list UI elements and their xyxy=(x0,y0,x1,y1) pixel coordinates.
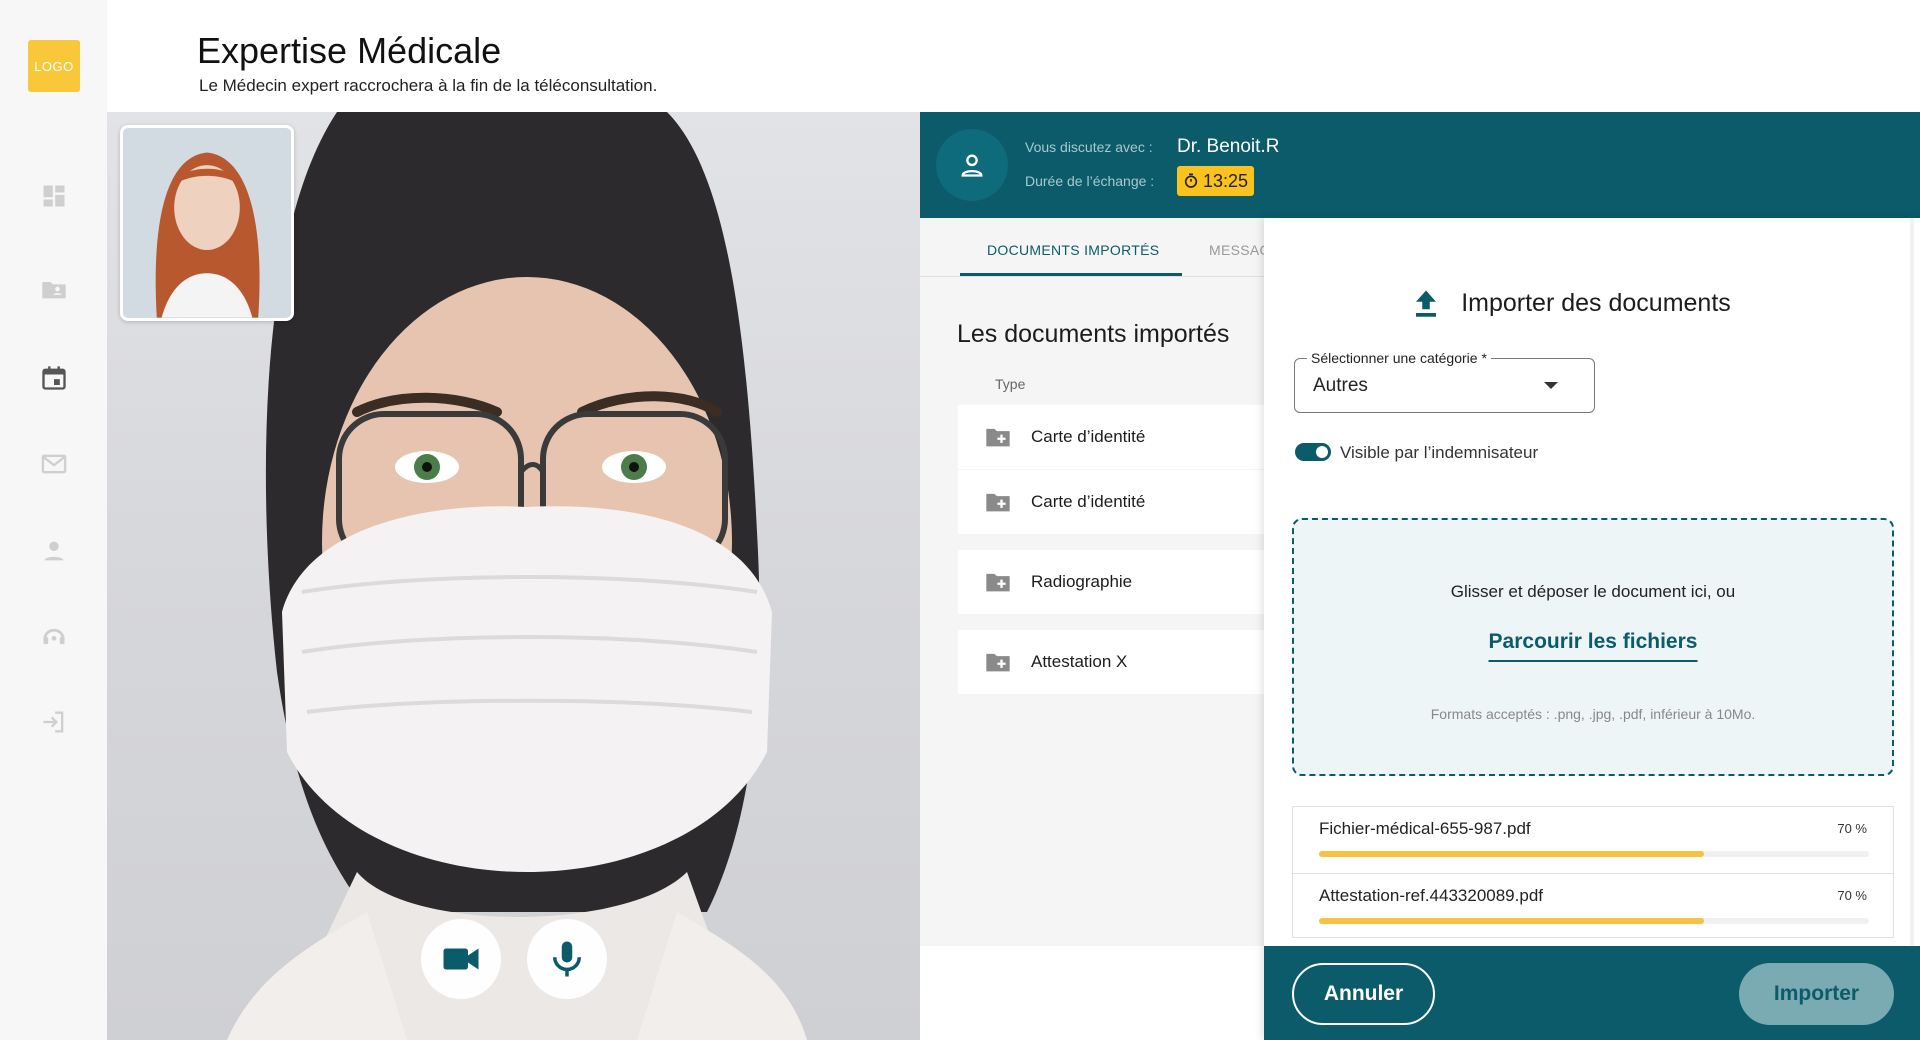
file-dropzone[interactable]: Glisser et déposer le document ici, ou P… xyxy=(1292,518,1894,776)
self-view-image xyxy=(123,128,291,318)
upload-progress-fill xyxy=(1319,918,1704,924)
category-label: Sélectionner une catégorie * xyxy=(1307,350,1491,366)
avatar xyxy=(936,129,1008,201)
document-name: Carte d’identité xyxy=(1031,427,1146,446)
user-icon[interactable] xyxy=(38,535,70,567)
document-name: Radiographie xyxy=(1031,572,1133,591)
folder-add-icon xyxy=(986,653,1010,672)
self-view[interactable] xyxy=(120,125,294,321)
import-title-text: Importer des documents xyxy=(1461,288,1731,317)
visible-toggle-label: Visible par l’indemnisateur xyxy=(1340,443,1539,462)
visible-toggle[interactable] xyxy=(1295,443,1331,461)
drawer-footer: Annuler Importer xyxy=(1264,946,1920,1040)
microphone-icon xyxy=(553,941,581,977)
video-feed xyxy=(107,112,920,1040)
document-row[interactable]: Carte d’identité xyxy=(958,470,1298,534)
upload-icon xyxy=(1416,290,1437,317)
document-row[interactable]: Attestation X xyxy=(958,630,1298,694)
calendar-icon[interactable] xyxy=(38,362,70,394)
category-value: Autres xyxy=(1313,375,1368,396)
call-banner: Vous discutez avec : Dr. Benoit.R Durée … xyxy=(920,112,1920,218)
camera-icon xyxy=(443,948,479,970)
logo: LOGO xyxy=(28,40,80,92)
upload-file-name: Fichier-médical-655-987.pdf xyxy=(1319,819,1531,838)
category-select[interactable]: Sélectionner une catégorie * Autres xyxy=(1294,350,1595,413)
document-name: Carte d’identité xyxy=(1031,492,1146,511)
upload-file-name: Attestation-ref.443320089.pdf xyxy=(1319,886,1543,905)
documents-title: Les documents importés xyxy=(957,320,1230,348)
upload-progress-track xyxy=(1319,851,1869,857)
call-duration: 13:25 xyxy=(1203,170,1249,191)
upload-progress-fill xyxy=(1319,851,1704,857)
import-button[interactable]: Importer xyxy=(1739,963,1894,1025)
call-duration-label: Durée de l’échange : xyxy=(1025,173,1155,189)
upload-progress-label: 70 % xyxy=(1837,821,1867,836)
app: LOGO Expertise Médicale Le Médecin exper… xyxy=(0,0,1920,1040)
cancel-button[interactable]: Annuler xyxy=(1292,963,1435,1025)
upload-progress-label: 70 % xyxy=(1837,888,1867,903)
documents-panel-footer xyxy=(920,946,1264,1040)
upload-item: Attestation-ref.443320089.pdf 70 % xyxy=(1293,873,1893,939)
import-drawer: Importer des documents Sélectionner une … xyxy=(1264,218,1920,1040)
folder-user-icon[interactable] xyxy=(38,273,70,305)
dropzone-text: Glisser et déposer le document ici, ou xyxy=(1450,582,1736,601)
tab-documents[interactable]: DOCUMENTS IMPORTÉS xyxy=(987,242,1159,258)
call-with-name: Dr. Benoit.R xyxy=(1177,136,1280,157)
toggle-knob xyxy=(1316,446,1328,458)
browse-files-link[interactable]: Parcourir les fichiers xyxy=(1488,630,1698,662)
document-row[interactable]: Carte d’identité xyxy=(958,405,1298,469)
sidebar: LOGO xyxy=(0,0,107,1040)
folder-add-icon xyxy=(986,428,1010,447)
user-icon xyxy=(961,154,983,177)
caret-down-icon xyxy=(1544,382,1558,389)
folder-add-icon xyxy=(986,573,1010,592)
dashboard-icon[interactable] xyxy=(38,180,70,212)
support-icon[interactable] xyxy=(38,620,70,652)
column-header-type: Type xyxy=(995,376,1026,392)
folder-add-icon xyxy=(986,493,1010,512)
drawer-scrollbar[interactable] xyxy=(1910,218,1914,1040)
call-duration-badge: 13:25 xyxy=(1177,166,1255,196)
tab-messages[interactable]: MESSAG xyxy=(1209,242,1271,258)
upload-list: Fichier-médical-655-987.pdf 70 % Attesta… xyxy=(1292,806,1894,938)
upload-progress-track xyxy=(1319,918,1869,924)
page-title: Expertise Médicale xyxy=(197,30,502,71)
call-with-label: Vous discutez avec : xyxy=(1025,139,1153,155)
camera-toggle-button[interactable] xyxy=(421,919,501,999)
microphone-toggle-button[interactable] xyxy=(527,919,607,999)
document-row[interactable]: Radiographie xyxy=(958,550,1298,614)
logout-icon[interactable] xyxy=(38,706,70,738)
document-name: Attestation X xyxy=(1031,652,1128,671)
timer-icon xyxy=(1184,173,1198,188)
mail-icon[interactable] xyxy=(38,448,70,480)
upload-item: Fichier-médical-655-987.pdf 70 % xyxy=(1293,807,1893,873)
import-title: Importer des documents xyxy=(1264,288,1920,318)
accepted-formats: Formats acceptés : .png, .jpg, .pdf, inf… xyxy=(1430,706,1756,722)
page-subtitle: Le Médecin expert raccrochera à la fin d… xyxy=(199,76,658,95)
